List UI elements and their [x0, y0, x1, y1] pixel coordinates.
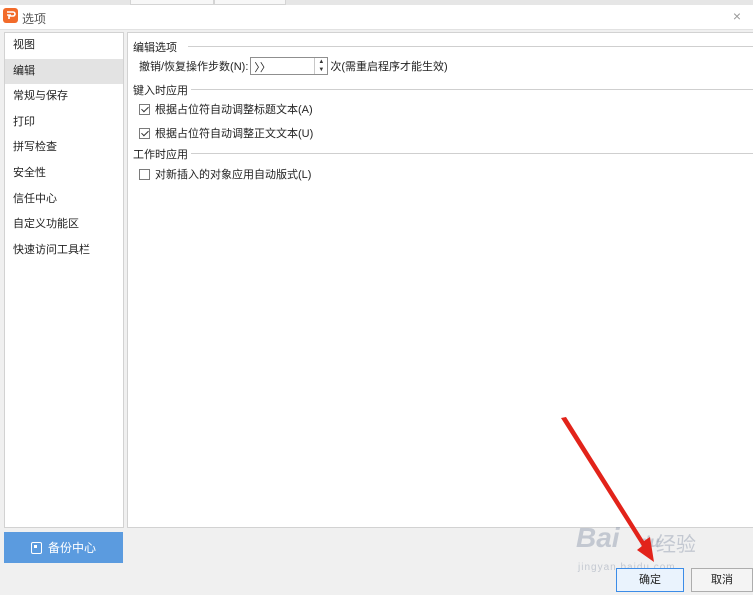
- auto-fit-title-checkbox[interactable]: [139, 103, 150, 115]
- sidebar-item-spell-check[interactable]: 拼写检查: [5, 135, 123, 161]
- undo-steps-value[interactable]: 〉〉: [254, 59, 271, 75]
- stepper-down-icon[interactable]: ▼: [315, 66, 327, 74]
- backup-icon: [30, 541, 42, 554]
- ok-button[interactable]: 确定: [616, 568, 684, 592]
- section-divider: [188, 153, 753, 154]
- sidebar-item-view[interactable]: 视图: [5, 33, 123, 59]
- dialog-title: 选项: [22, 12, 47, 26]
- option-row[interactable]: 对新插入的对象应用自动版式(L): [139, 166, 311, 182]
- option-row[interactable]: 根据占位符自动调整正文文本(U): [139, 125, 313, 141]
- sidebar-item-edit[interactable]: 编辑: [5, 58, 123, 85]
- section-header-work-apply: 工作时应用: [133, 146, 191, 162]
- undo-steps-suffix: 次(需重启程序才能生效): [330, 61, 448, 73]
- stepper-up-icon[interactable]: ▲: [315, 58, 327, 66]
- auto-fit-body-label[interactable]: 根据占位符自动调整正文文本(U): [155, 125, 313, 141]
- options-sidebar: 视图 编辑 常规与保存 打印 拼写检查 安全性 信任中心 自定义功能区 快速访问…: [4, 32, 124, 528]
- undo-steps-stepper[interactable]: 〉〉 ▲ ▼: [250, 57, 329, 75]
- watermark-du: du: [640, 534, 660, 551]
- sidebar-item-security[interactable]: 安全性: [5, 161, 123, 187]
- auto-layout-checkbox[interactable]: [139, 168, 150, 180]
- backup-center-button[interactable]: 备份中心: [4, 532, 123, 563]
- sidebar-item-trust-center[interactable]: 信任中心: [5, 187, 123, 213]
- close-button[interactable]: ×: [729, 8, 745, 24]
- backup-center-label: 备份中心: [47, 541, 96, 555]
- section-divider: [188, 46, 753, 47]
- cancel-button[interactable]: 取消: [691, 568, 753, 592]
- section-header-edit-options: 编辑选项: [133, 39, 180, 55]
- title-bar: 选项 ×: [0, 5, 753, 30]
- options-panel: 编辑选项 撤销/恢复操作步数(N): 〉〉 ▲ ▼ 次(需重启程序才能生效) 键…: [127, 32, 753, 528]
- option-row[interactable]: 根据占位符自动调整标题文本(A): [139, 101, 313, 117]
- sidebar-item-quick-access-toolbar[interactable]: 快速访问工具栏: [5, 238, 123, 264]
- undo-steps-label: 撤销/恢复操作步数(N):: [139, 61, 249, 73]
- undo-steps-row: 撤销/恢复操作步数(N): 〉〉 ▲ ▼ 次(需重启程序才能生效): [139, 57, 448, 75]
- section-header-typing-apply: 键入时应用: [133, 82, 191, 98]
- wps-logo-icon: [3, 8, 18, 23]
- auto-layout-label[interactable]: 对新插入的对象应用自动版式(L): [155, 166, 311, 182]
- sidebar-item-general-save[interactable]: 常规与保存: [5, 84, 123, 110]
- auto-fit-title-label[interactable]: 根据占位符自动调整标题文本(A): [155, 101, 313, 117]
- stepper-buttons: ▲ ▼: [314, 58, 327, 74]
- watermark-jingyan: 经验: [656, 532, 696, 556]
- auto-fit-body-checkbox[interactable]: [139, 127, 150, 139]
- sidebar-item-customize-ribbon[interactable]: 自定义功能区: [5, 212, 123, 238]
- sidebar-item-print[interactable]: 打印: [5, 110, 123, 136]
- section-divider: [188, 89, 753, 90]
